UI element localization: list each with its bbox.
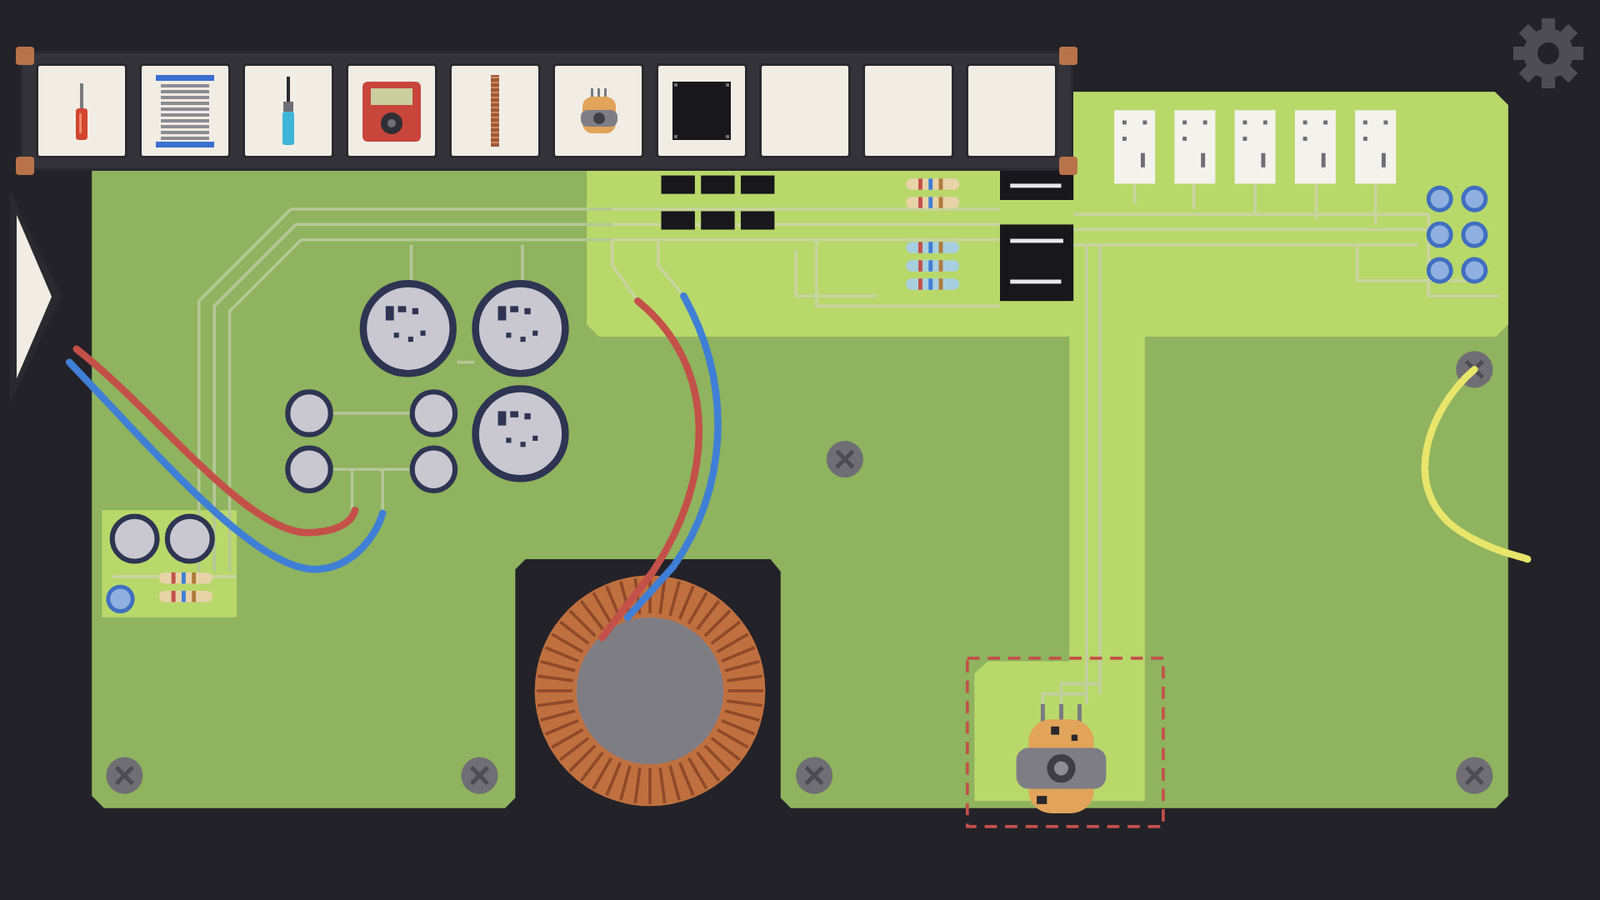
relay-module[interactable] [1174, 110, 1215, 184]
resistor[interactable] [905, 178, 960, 190]
relay-module[interactable] [1235, 110, 1276, 184]
empty-slot[interactable] [862, 63, 955, 159]
electrolytic-capacitor[interactable] [475, 389, 566, 480]
toolbar-corner [15, 46, 35, 65]
wire-icon [457, 73, 533, 149]
potentiometer-icon [560, 73, 636, 149]
smd-chip[interactable] [660, 210, 695, 230]
small-capacitor[interactable] [112, 516, 158, 562]
tool-slot[interactable] [139, 63, 231, 159]
play-arrow-icon [6, 190, 65, 404]
tool-slot[interactable] [242, 63, 335, 159]
potentiometer-component[interactable] [1016, 704, 1107, 814]
multimeter-icon [354, 73, 430, 149]
next-button[interactable] [6, 190, 65, 404]
resistor[interactable] [905, 241, 960, 253]
electrolytic-capacitor[interactable] [475, 283, 566, 374]
screwdriver-icon [44, 73, 120, 149]
small-capacitor[interactable] [412, 391, 455, 435]
toroidal-transformer[interactable] [535, 575, 766, 807]
tool-slot[interactable] [655, 63, 748, 159]
integrated-circuit[interactable] [1000, 224, 1074, 301]
traces [112, 183, 1500, 704]
solder-spool-icon [147, 73, 223, 149]
empty-slot[interactable] [965, 63, 1058, 159]
smd-chip[interactable] [660, 175, 695, 195]
small-capacitor[interactable] [287, 391, 330, 435]
tool-slot[interactable] [345, 63, 438, 159]
small-capacitor[interactable] [167, 516, 213, 562]
smd-chip[interactable] [700, 175, 735, 195]
toolbar-corner [15, 156, 35, 175]
solder-pad[interactable] [1428, 187, 1451, 210]
solder-pad[interactable] [108, 586, 133, 611]
soldering-iron-icon [250, 73, 326, 149]
tool-slot[interactable] [449, 63, 541, 159]
small-capacitor[interactable] [287, 448, 330, 491]
smd-chip[interactable] [740, 210, 775, 230]
resistor[interactable] [905, 196, 960, 208]
input-blue-wire[interactable] [69, 362, 383, 570]
gear-icon [1510, 15, 1587, 92]
tool-slot[interactable] [552, 63, 645, 159]
electrolytic-capacitor[interactable] [363, 283, 454, 374]
toolbar-corner [1059, 46, 1078, 65]
empty-slot[interactable] [759, 63, 851, 159]
loose-yellow-wire[interactable] [1425, 369, 1528, 560]
screw [105, 757, 143, 795]
relay-module[interactable] [1355, 110, 1396, 184]
resistor[interactable] [159, 572, 213, 584]
transformer-blue-wire[interactable] [627, 295, 718, 618]
game-screen [0, 0, 1600, 900]
small-capacitor[interactable] [412, 448, 455, 491]
board-base [91, 91, 1509, 809]
screw [826, 440, 864, 478]
toolbar [22, 53, 1071, 169]
relay-module[interactable] [1114, 110, 1155, 184]
toolbar-corner [1059, 156, 1078, 175]
resistor[interactable] [159, 590, 213, 602]
chip-icon [664, 73, 740, 149]
tool-slot[interactable] [35, 63, 128, 159]
relay-module[interactable] [1295, 110, 1336, 184]
screw [795, 757, 833, 795]
solder-pad[interactable] [1463, 223, 1486, 246]
resistor[interactable] [905, 278, 960, 290]
input-red-wire[interactable] [76, 349, 355, 533]
settings-button[interactable] [1510, 15, 1587, 92]
solder-pad[interactable] [1463, 259, 1486, 282]
board-light-pad [101, 510, 237, 618]
smd-chip[interactable] [700, 210, 735, 230]
screw [1455, 757, 1493, 795]
smd-chip[interactable] [740, 175, 775, 195]
solder-pad[interactable] [1463, 187, 1486, 210]
solder-pad[interactable] [1428, 223, 1451, 246]
solder-pad[interactable] [1428, 259, 1451, 282]
target-selection [967, 658, 1164, 827]
screw [460, 757, 498, 795]
resistor[interactable] [905, 260, 960, 271]
